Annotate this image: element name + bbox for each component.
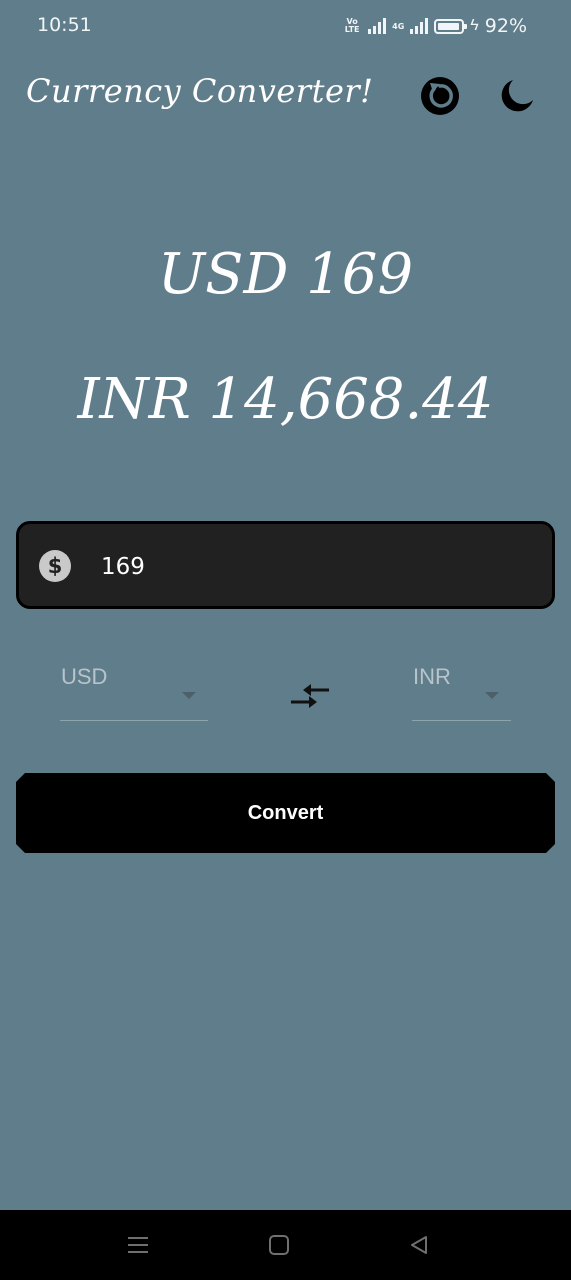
swap-arrows-icon [291,684,329,708]
dropdown-arrow-icon [485,692,499,699]
from-amount-display: USD 169 [157,242,414,307]
app-title: Currency Converter! [26,72,374,110]
from-currency-value: USD [61,664,108,689]
battery-icon [434,18,468,34]
swap-currencies-button[interactable] [286,676,334,716]
converted-amount-display: INR 14,668.44 [77,367,494,432]
network-type-label: 4G [392,21,405,31]
to-currency-value: INR [413,664,451,689]
amount-input[interactable] [99,544,523,590]
theme-toggle-button[interactable] [495,74,539,118]
charging-icon: ϟ [470,17,479,34]
home-button[interactable] [266,1232,292,1258]
from-currency-select[interactable]: USD [60,655,208,721]
home-icon [269,1235,289,1255]
status-bar: 10:51 Vo LTE 4G ϟ 92% [0,0,571,52]
convert-button[interactable]: Convert [16,773,555,853]
battery-level [438,22,459,30]
status-time: 10:51 [37,14,92,36]
dollar-icon: $ [39,550,71,582]
svg-text:$: $ [48,554,63,578]
volte-indicator: Vo LTE [344,17,360,34]
back-button[interactable] [406,1232,432,1258]
status-icons: Vo LTE 4G ϟ 92% [342,14,527,38]
moon-icon [501,80,533,112]
navigation-bar [0,1210,571,1280]
to-currency-select[interactable]: INR [412,655,511,721]
amount-field[interactable]: $ [16,521,555,609]
reset-icon [421,77,459,115]
signal-icon-secondary [410,18,429,34]
back-icon [411,1236,427,1254]
battery-percentage: 92% [484,15,527,37]
reset-button[interactable] [418,74,462,118]
menu-icon [128,1237,148,1253]
signal-icon [368,18,387,34]
recents-button[interactable] [125,1232,151,1258]
dropdown-arrow-icon [182,692,196,699]
